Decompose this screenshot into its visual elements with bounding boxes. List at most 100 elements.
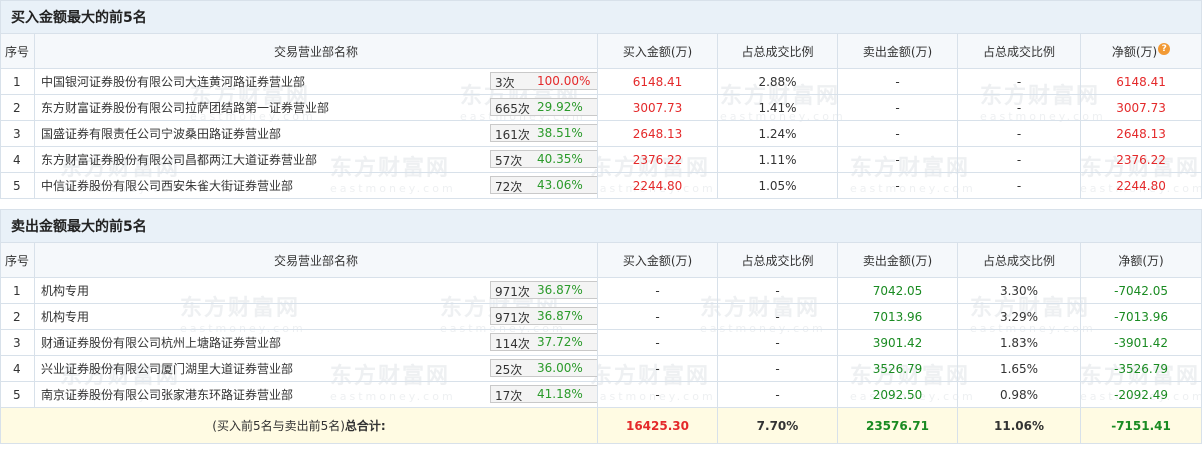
buy-amount: - xyxy=(597,303,718,330)
sell-ratio: - xyxy=(957,94,1081,121)
col-sell-amount-header: 卖出金额(万) xyxy=(837,33,958,69)
row-index: 2 xyxy=(0,94,35,121)
broker-name-link[interactable]: 机构专用 xyxy=(41,310,89,324)
win-rate: 36.87% xyxy=(537,283,583,297)
broker-stats-badge[interactable]: 114次 37.72% xyxy=(490,333,597,351)
net-amount: -3901.42 xyxy=(1079,329,1202,356)
broker-name-cell: 东方财富证券股份有限公司拉萨团结路第一证券营业部 665次 29.92% xyxy=(34,94,598,121)
sell-ratio: 0.98% xyxy=(957,381,1081,408)
broker-name-link[interactable]: 财通证券股份有限公司杭州上塘路证券营业部 xyxy=(41,336,281,350)
sell-amount: - xyxy=(837,94,958,121)
broker-stats-badge[interactable]: 971次36.87%? xyxy=(490,281,597,299)
broker-stats-badge[interactable]: 3次100.00%? xyxy=(490,72,597,90)
broker-name-link[interactable]: 兴业证券股份有限公司厦门湖里大道证券营业部 xyxy=(41,362,293,376)
trade-count: 25次 xyxy=(495,363,523,377)
sell-section-title: 卖出金额最大的前5名 xyxy=(0,209,1202,243)
question-icon[interactable]: ? xyxy=(1158,42,1171,55)
broker-name-cell: 财通证券股份有限公司杭州上塘路证券营业部 114次 37.72% xyxy=(34,329,598,356)
broker-name-link[interactable]: 东方财富证券股份有限公司拉萨团结路第一证券营业部 xyxy=(41,101,329,115)
col-broker-header: 交易营业部名称 xyxy=(34,242,598,278)
col-index-header: 序号 xyxy=(0,242,35,278)
sell-amount: 7042.05 xyxy=(837,277,958,304)
trade-count: 971次 xyxy=(495,311,530,325)
sell-top5-table: 卖出金额最大的前5名 序号 交易营业部名称 买入金额(万) 占总成交比例 卖出金… xyxy=(0,209,1202,444)
buy-amount: - xyxy=(597,329,718,356)
buy-amount: 2376.22 xyxy=(597,146,718,173)
broker-stats-badge[interactable]: 25次 36.00% xyxy=(490,359,597,377)
broker-stats-badge[interactable]: 72次 43.06% xyxy=(490,176,597,194)
col-sell-ratio-header: 占总成交比例 xyxy=(957,33,1081,69)
broker-name-link[interactable]: 中信证券股份有限公司西安朱雀大街证券营业部 xyxy=(41,179,293,193)
row-index: 3 xyxy=(0,329,35,356)
net-amount: 6148.41 xyxy=(1079,68,1202,95)
col-buy-ratio-header: 占总成交比例 xyxy=(717,33,838,69)
row-index: 1 xyxy=(0,68,35,95)
buy-ratio: - xyxy=(717,303,838,330)
sell-amount: - xyxy=(837,120,958,147)
broker-name-cell: 机构专用971次36.87%? xyxy=(34,277,598,304)
col-buy-ratio-header: 占总成交比例 xyxy=(717,242,838,278)
sell-ratio: - xyxy=(957,120,1081,147)
table-row: 3 财通证券股份有限公司杭州上塘路证券营业部 114次 37.72% - -3901.42… xyxy=(0,329,1202,356)
buy-section-title: 买入金额最大的前5名 xyxy=(0,0,1202,34)
buy-amount: 6148.41 xyxy=(597,68,718,95)
broker-name-cell: 国盛证券有限责任公司宁波桑田路证券营业部 161次 38.51% xyxy=(34,120,598,147)
col-net-header: 净额(万) xyxy=(1079,242,1202,278)
sell-ratio: - xyxy=(957,146,1081,173)
sell-ratio: 3.30% xyxy=(957,277,1081,304)
net-amount: -2092.49 xyxy=(1079,381,1202,408)
col-index-header: 序号 xyxy=(0,33,35,69)
sell-amount: - xyxy=(837,68,958,95)
broker-stats-badge[interactable]: 161次 38.51% xyxy=(490,124,597,142)
col-buy-amount-header: 买入金额(万) xyxy=(597,33,718,69)
broker-name-link[interactable]: 中国银河证券股份有限公司大连黄河路证券营业部 xyxy=(41,75,305,89)
row-index: 5 xyxy=(0,172,35,199)
buy-ratio: - xyxy=(717,329,838,356)
sell-ratio: - xyxy=(957,68,1081,95)
broker-stats-badge[interactable]: 17次 41.18% xyxy=(490,385,597,403)
broker-stats-badge[interactable]: 57次 40.35% xyxy=(490,150,597,168)
sell-amount: - xyxy=(837,146,958,173)
table-row: 4 东方财富证券股份有限公司昌都两江大道证券营业部 57次 40.35% 2376.22… xyxy=(0,146,1202,173)
buy-amount: 3007.73 xyxy=(597,94,718,121)
total-sell-ratio: 11.06% xyxy=(957,407,1081,444)
row-index: 2 xyxy=(0,303,35,330)
row-index: 4 xyxy=(0,355,35,382)
col-sell-amount-header: 卖出金额(万) xyxy=(837,242,958,278)
win-rate: 40.35% xyxy=(537,152,583,166)
total-net-amount: -7151.41 xyxy=(1079,407,1202,444)
buy-ratio: 1.05% xyxy=(717,172,838,199)
row-index: 3 xyxy=(0,120,35,147)
col-net-header: 净额(万)? xyxy=(1079,33,1202,69)
sell-ratio: 3.29% xyxy=(957,303,1081,330)
net-amount: 3007.73 xyxy=(1079,94,1202,121)
broker-name-link[interactable]: 南京证券股份有限公司张家港东环路证券营业部 xyxy=(41,388,293,402)
buy-ratio: 2.88% xyxy=(717,68,838,95)
win-rate: 38.51% xyxy=(537,126,583,140)
total-buy-ratio: 7.70% xyxy=(717,407,838,444)
trade-count: 665次 xyxy=(495,102,530,116)
broker-stats-badge[interactable]: 665次 29.92% xyxy=(490,98,597,116)
buy-ratio: - xyxy=(717,355,838,382)
col-broker-header: 交易营业部名称 xyxy=(34,33,598,69)
table-row: 1机构专用971次36.87%?--7042.053.30%-7042.05 xyxy=(0,277,1202,304)
net-amount: 2648.13 xyxy=(1079,120,1202,147)
col-sell-ratio-header: 占总成交比例 xyxy=(957,242,1081,278)
win-rate: 100.00% xyxy=(537,74,591,88)
broker-name-link[interactable]: 机构专用 xyxy=(41,284,89,298)
sell-ratio: 1.83% xyxy=(957,329,1081,356)
broker-name-link[interactable]: 东方财富证券股份有限公司昌都两江大道证券营业部 xyxy=(41,153,317,167)
sell-header-row: 序号 交易营业部名称 买入金额(万) 占总成交比例 卖出金额(万) 占总成交比例… xyxy=(0,242,1202,278)
total-sell-amount: 23576.71 xyxy=(837,407,958,444)
sell-amount: - xyxy=(837,172,958,199)
broker-stats-badge[interactable]: 971次 36.87% xyxy=(490,307,597,325)
broker-name-cell: 机构专用 971次 36.87% xyxy=(34,303,598,330)
col-buy-amount-header: 买入金额(万) xyxy=(597,242,718,278)
buy-ratio: - xyxy=(717,381,838,408)
broker-name-cell: 中国银河证券股份有限公司大连黄河路证券营业部 3次100.00%? xyxy=(34,68,598,95)
broker-name-link[interactable]: 国盛证券有限责任公司宁波桑田路证券营业部 xyxy=(41,127,281,141)
trade-count: 114次 xyxy=(495,337,530,351)
trade-count: 971次 xyxy=(495,285,530,299)
table-row: 2 机构专用 971次 36.87% - -7013.96 3.29% -7013.96 xyxy=(0,303,1202,330)
trade-count: 17次 xyxy=(495,389,523,403)
